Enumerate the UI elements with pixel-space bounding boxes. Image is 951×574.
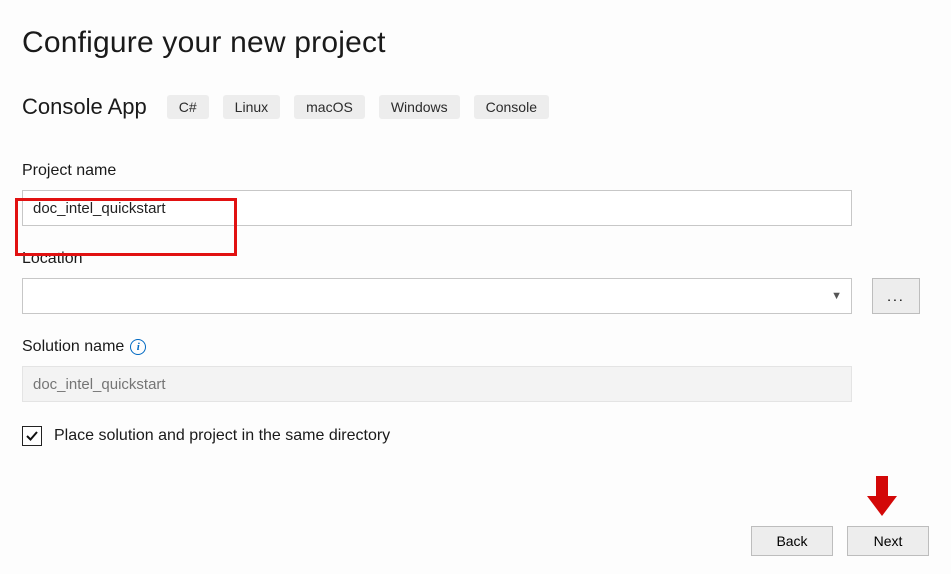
annotation-arrow-icon bbox=[865, 474, 899, 518]
browse-button[interactable]: ... bbox=[872, 278, 920, 314]
page-title: Configure your new project bbox=[22, 26, 929, 60]
location-block: Location ▼ ... bbox=[22, 250, 929, 314]
template-row: Console App C# Linux macOS Windows Conso… bbox=[22, 94, 929, 120]
same-directory-checkbox[interactable]: Place solution and project in the same d… bbox=[22, 426, 929, 446]
next-button[interactable]: Next bbox=[847, 526, 929, 556]
footer-nav: Back Next bbox=[751, 526, 929, 556]
location-combobox[interactable] bbox=[22, 278, 852, 314]
location-label: Location bbox=[22, 250, 929, 268]
tag-console: Console bbox=[474, 95, 549, 119]
project-name-input[interactable] bbox=[22, 190, 852, 226]
solution-name-block: Solution name i bbox=[22, 338, 929, 402]
project-name-block: Project name bbox=[22, 162, 929, 226]
solution-name-label: Solution name bbox=[22, 338, 124, 356]
solution-name-input bbox=[22, 366, 852, 402]
back-button[interactable]: Back bbox=[751, 526, 833, 556]
tag-linux: Linux bbox=[223, 95, 280, 119]
tag-macos: macOS bbox=[294, 95, 365, 119]
tag-csharp: C# bbox=[167, 95, 209, 119]
tag-windows: Windows bbox=[379, 95, 460, 119]
project-name-label: Project name bbox=[22, 162, 929, 180]
template-name: Console App bbox=[22, 94, 147, 120]
same-directory-label: Place solution and project in the same d… bbox=[54, 427, 390, 445]
checkbox-icon bbox=[22, 426, 42, 446]
info-icon[interactable]: i bbox=[130, 339, 146, 355]
